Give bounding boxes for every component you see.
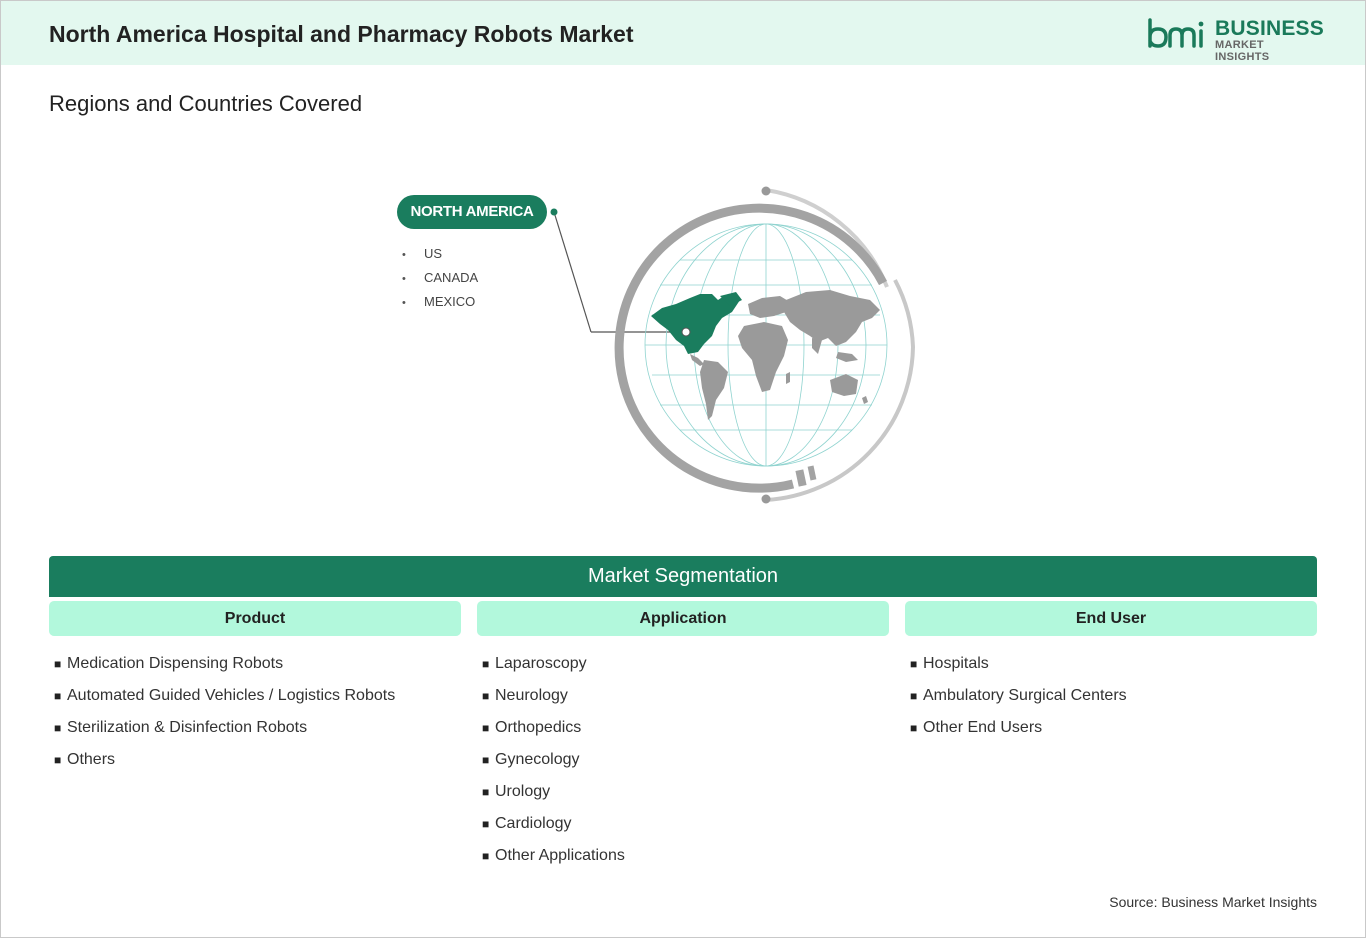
list-item-label: Laparoscopy: [495, 655, 587, 672]
square-bullet-icon: ■: [482, 817, 490, 831]
list-item-label: Gynecology: [495, 751, 580, 768]
bullet-dot-icon: •: [402, 249, 406, 261]
list-item-label: Cardiology: [495, 815, 572, 832]
list-item-label: Other Applications: [495, 847, 625, 864]
column-header-product: Product: [49, 601, 461, 636]
country-label: CANADA: [424, 270, 479, 285]
list-item: ■ Laparoscopy: [482, 653, 625, 685]
bmi-logo: BUSINESS MARKET INSIGHTS: [1146, 17, 1324, 63]
page-title: North America Hospital and Pharmacy Robo…: [49, 21, 634, 47]
square-bullet-icon: ■: [54, 657, 62, 671]
square-bullet-icon: ■: [482, 721, 490, 735]
list-item: ■ Medication Dispensing Robots: [54, 653, 395, 685]
list-item: ■ Hospitals: [910, 653, 1127, 685]
header-bar: North America Hospital and Pharmacy Robo…: [1, 1, 1365, 65]
regions-heading: Regions and Countries Covered: [49, 91, 363, 116]
column-header-application: Application: [477, 601, 889, 636]
square-bullet-icon: ■: [482, 849, 490, 863]
square-bullet-icon: ■: [910, 689, 918, 703]
list-item-label: Automated Guided Vehicles / Logistics Ro…: [67, 687, 396, 704]
square-bullet-icon: ■: [482, 785, 490, 799]
square-bullet-icon: ■: [910, 721, 918, 735]
list-item-label: Hospitals: [923, 655, 989, 672]
country-item: • US: [402, 244, 478, 268]
product-list: ■ Medication Dispensing Robots ■ Automated…: [54, 653, 395, 781]
square-bullet-icon: ■: [482, 657, 490, 671]
list-item: ■ Other End Users: [910, 717, 1127, 749]
list-item-label: Medication Dispensing Robots: [67, 655, 284, 672]
country-label: US: [424, 246, 443, 261]
world-globe-icon: [550, 186, 916, 504]
list-item: ■ Neurology: [482, 685, 625, 717]
list-item: ■ Orthopedics: [482, 717, 625, 749]
bullet-dot-icon: •: [402, 273, 406, 285]
square-bullet-icon: ■: [54, 721, 62, 735]
region-label-north-america: NORTH AMERICA: [397, 195, 547, 229]
logo-text-market-insights: MARKET INSIGHTS: [1215, 39, 1270, 63]
list-item: ■ Ambulatory Surgical Centers: [910, 685, 1127, 717]
list-item-label: Sterilization & Disinfection Robots: [67, 719, 308, 736]
square-bullet-icon: ■: [54, 753, 62, 767]
list-item-label: Ambulatory Surgical Centers: [923, 687, 1127, 704]
column-header-end-user: End User: [905, 601, 1317, 636]
country-item: • MEXICO: [402, 292, 478, 316]
list-item-label: Others: [67, 751, 116, 768]
application-list: ■ Laparoscopy ■ Neurology ■ Orthopedics ■ Gy…: [482, 653, 625, 877]
list-item: ■ Urology: [482, 781, 625, 813]
source-note: Source: Business Market Insights: [1109, 894, 1317, 910]
list-item-label: Urology: [495, 783, 551, 800]
square-bullet-icon: ■: [910, 657, 918, 671]
logo-text-business: BUSINESS: [1215, 17, 1324, 40]
end-user-list: ■ Hospitals ■ Ambulatory Surgical Centers …: [910, 653, 1127, 749]
square-bullet-icon: ■: [54, 689, 62, 703]
list-item: ■ Sterilization & Disinfection Robots: [54, 717, 395, 749]
bmi-logo-icon: [1148, 18, 1204, 48]
list-item: ■ Cardiology: [482, 813, 625, 845]
country-list: • US • CANADA • MEXICO: [402, 244, 478, 316]
list-item: ■ Other Applications: [482, 845, 625, 877]
country-label: MEXICO: [424, 294, 476, 309]
list-item-label: Neurology: [495, 687, 568, 704]
bullet-dot-icon: •: [402, 297, 406, 309]
market-segmentation-bar: Market Segmentation: [49, 556, 1317, 597]
list-item: ■ Others: [54, 749, 395, 781]
list-item-label: Orthopedics: [495, 719, 582, 736]
square-bullet-icon: ■: [482, 753, 490, 767]
country-item: • CANADA: [402, 268, 478, 292]
list-item: ■ Gynecology: [482, 749, 625, 781]
square-bullet-icon: ■: [482, 689, 490, 703]
list-item-label: Other End Users: [923, 719, 1043, 736]
list-item: ■ Automated Guided Vehicles / Logistics R…: [54, 685, 395, 717]
